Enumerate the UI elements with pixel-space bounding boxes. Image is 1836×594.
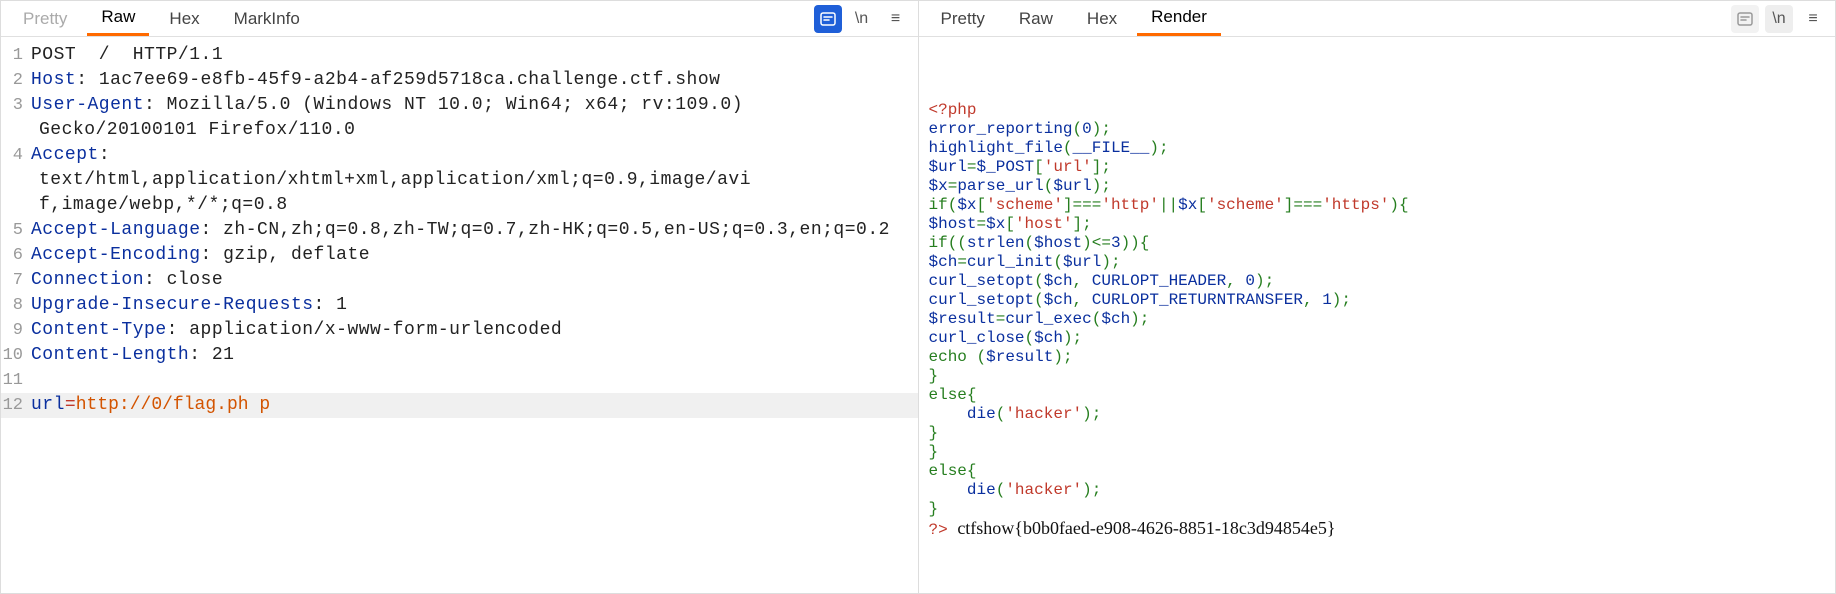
menu-icon-r[interactable]: ≡: [1799, 5, 1827, 33]
tab-pretty[interactable]: Pretty: [9, 3, 81, 35]
menu-icon[interactable]: ≡: [882, 5, 910, 33]
newline-icon[interactable]: \n: [848, 5, 876, 33]
format-icon[interactable]: [814, 5, 842, 33]
tab-hex-r[interactable]: Hex: [1073, 3, 1131, 35]
tab-pretty-r[interactable]: Pretty: [927, 3, 999, 35]
editor-line: 11: [1, 368, 918, 393]
editor-line: 9Content-Type: application/x-www-form-ur…: [1, 318, 918, 343]
tab-raw[interactable]: Raw: [87, 1, 149, 36]
tab-render[interactable]: Render: [1137, 1, 1221, 36]
response-pane: Pretty Raw Hex Render \n ≡ <?php error_r…: [918, 0, 1836, 594]
response-render[interactable]: <?php error_reporting(0); highlight_file…: [919, 37, 1836, 593]
editor-line: 4Accept:: [1, 143, 918, 168]
editor-line: 2Host: 1ac7ee69-e8fb-45f9-a2b4-af259d571…: [1, 68, 918, 93]
editor-line-cont: Gecko/20100101 Firefox/110.0: [1, 118, 918, 143]
tab-raw-r[interactable]: Raw: [1005, 3, 1067, 35]
editor-line: 10Content-Length: 21: [1, 343, 918, 368]
tab-markinfo[interactable]: MarkInfo: [220, 3, 314, 35]
editor-line: 8Upgrade-Insecure-Requests: 1: [1, 293, 918, 318]
editor-line: 7Connection: close: [1, 268, 918, 293]
editor-line-cont: text/html,application/xhtml+xml,applicat…: [1, 168, 918, 193]
editor-line: 12url=http://0/flag.ph p: [1, 393, 918, 418]
newline-icon-r[interactable]: \n: [1765, 5, 1793, 33]
format-icon-r[interactable]: [1731, 5, 1759, 33]
editor-line: 6Accept-Encoding: gzip, deflate: [1, 243, 918, 268]
editor-line: 5Accept-Language: zh-CN,zh;q=0.8,zh-TW;q…: [1, 218, 918, 243]
editor-line: 1POST / HTTP/1.1: [1, 43, 918, 68]
response-tabbar: Pretty Raw Hex Render \n ≡: [919, 1, 1836, 37]
editor-line: 3User-Agent: Mozilla/5.0 (Windows NT 10.…: [1, 93, 918, 118]
tab-hex[interactable]: Hex: [155, 3, 213, 35]
request-editor[interactable]: 1POST / HTTP/1.12Host: 1ac7ee69-e8fb-45f…: [1, 37, 918, 593]
request-pane: Pretty Raw Hex MarkInfo \n ≡ 1POST / HTT…: [0, 0, 918, 594]
editor-line-cont: f,image/webp,*/*;q=0.8: [1, 193, 918, 218]
request-tabbar: Pretty Raw Hex MarkInfo \n ≡: [1, 1, 918, 37]
